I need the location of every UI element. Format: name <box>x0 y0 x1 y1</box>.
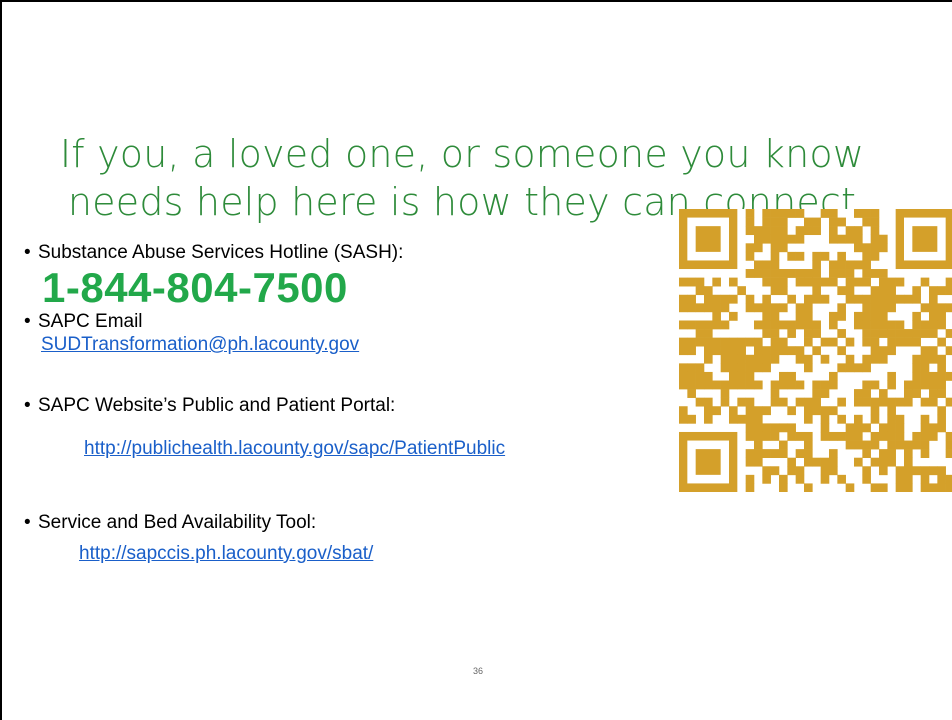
title-line-1: If you, a loved one, or someone you know <box>59 132 865 176</box>
email-label: SAPC Email <box>38 311 143 332</box>
bullet-dot: • <box>24 311 31 332</box>
bullet-dot: • <box>24 395 31 416</box>
qr-code-icon[interactable] <box>679 209 952 492</box>
sbat-link[interactable]: http://sapccis.ph.lacounty.gov/sbat/ <box>79 543 373 565</box>
bullet-sbat: • Service and Bed Availability Tool: <box>24 512 316 534</box>
page-number: 36 <box>472 666 483 676</box>
hotline-label: Substance Abuse Services Hotline (SASH): <box>38 242 404 263</box>
bullet-hotline: • Substance Abuse Services Hotline (SASH)… <box>24 242 403 264</box>
bullet-portal: • SAPC Website’s Public and Patient Porta… <box>24 395 395 417</box>
portal-link[interactable]: http://publichealth.lacounty.gov/sapc/Pa… <box>84 438 505 460</box>
hotline-number: 1-844-804-7500 <box>42 264 348 311</box>
qr-code-graphic <box>679 209 952 492</box>
bullet-dot: • <box>24 242 31 263</box>
bullet-dot: • <box>24 512 31 533</box>
slide: If you, a loved one, or someone you know… <box>0 0 952 720</box>
sbat-label: Service and Bed Availability Tool: <box>38 512 317 533</box>
email-link[interactable]: SUDTransformation@ph.lacounty.gov <box>41 334 359 356</box>
portal-label: SAPC Website’s Public and Patient Portal… <box>38 395 396 416</box>
bullet-email: • SAPC Email <box>24 311 143 333</box>
